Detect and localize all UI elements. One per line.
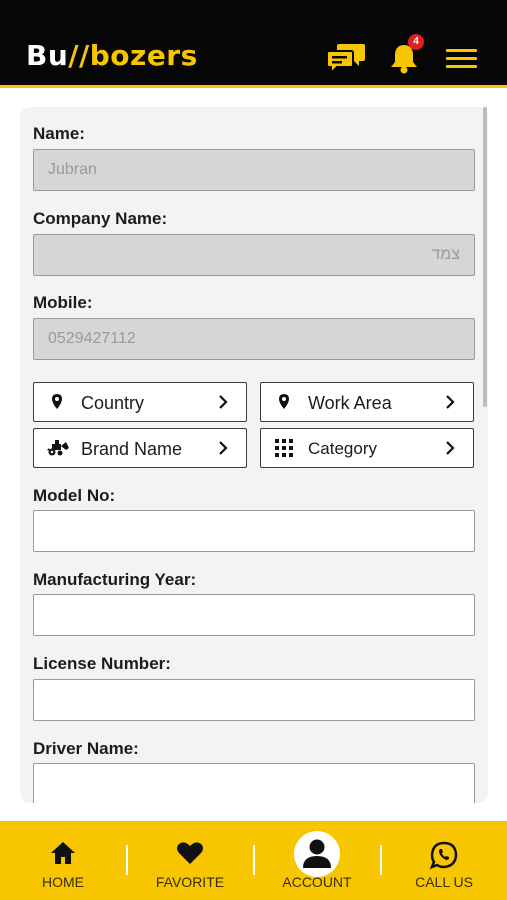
nav-favorite-label: FAVORITE — [155, 874, 225, 890]
mobile-field[interactable]: 0529427112 — [33, 318, 475, 360]
nav-account[interactable]: ACCOUNT — [254, 821, 380, 900]
brand-name-label: Brand Name — [81, 439, 183, 459]
country-label: Country — [81, 393, 145, 413]
work-area-selector[interactable]: Work Area — [260, 382, 474, 422]
name-field[interactable]: Jubran — [33, 149, 475, 191]
profile-form-card: Name: Jubran Company Name: צמד Mobile: 0… — [20, 107, 488, 803]
bulldozers-logo[interactable]: Bu//bbozers — [26, 42, 198, 70]
model-no-field[interactable] — [33, 510, 475, 552]
grid-icon — [273, 439, 295, 457]
license-number-label: License Number: — [33, 654, 171, 673]
company-name-field[interactable]: צמד — [33, 234, 475, 276]
brand-name-selector[interactable]: Brand Name — [33, 428, 247, 468]
manufacturing-year-label: Manufacturing Year: — [33, 570, 197, 589]
nav-account-label: ACCOUNT — [282, 874, 352, 890]
name-label: Name: — [33, 124, 85, 143]
whatsapp-icon — [429, 841, 458, 874]
nav-favorite[interactable]: FAVORITE — [127, 821, 253, 900]
nav-call-us[interactable]: CALL US — [381, 821, 507, 900]
company-name-label: Company Name: — [33, 209, 168, 228]
license-number-field[interactable] — [33, 679, 475, 721]
driver-name-label: Driver Name: — [33, 739, 139, 758]
notification-count-badge: 4 — [408, 34, 424, 50]
map-pin-icon — [46, 393, 68, 411]
form-scroll-area[interactable]: Name: Jubran Company Name: צמד Mobile: 0… — [0, 91, 507, 821]
manufacturing-year-field[interactable] — [33, 594, 475, 636]
hamburger-menu-icon[interactable] — [446, 48, 478, 75]
driver-name-field[interactable] — [33, 763, 475, 803]
home-icon — [50, 841, 76, 870]
app-header: Bu//bbozers 4 — [0, 0, 507, 88]
chevron-right-icon — [445, 441, 455, 460]
user-icon — [300, 837, 334, 874]
chevron-right-icon — [218, 395, 228, 414]
nav-home-label: HOME — [42, 874, 84, 890]
mobile-label: Mobile: — [33, 293, 93, 312]
heart-icon — [176, 841, 204, 870]
nav-home[interactable]: HOME — [0, 821, 126, 900]
bell-icon[interactable]: 4 — [388, 34, 424, 79]
work-area-label: Work Area — [308, 393, 392, 413]
scrollbar[interactable] — [483, 107, 487, 407]
map-pin-icon — [273, 393, 295, 411]
country-selector[interactable]: Country — [33, 382, 247, 422]
model-no-label: Model No: — [33, 486, 116, 505]
bulldozer-icon — [46, 439, 69, 457]
nav-call-us-label: CALL US — [415, 874, 473, 890]
category-selector[interactable]: Category — [260, 428, 474, 468]
chevron-right-icon — [445, 395, 455, 414]
category-label: Category — [308, 439, 377, 458]
bottom-nav: HOME FAVORITE ACCOUNT CALL US — [0, 821, 507, 900]
chat-bubbles-icon[interactable] — [326, 43, 366, 80]
chevron-right-icon — [218, 441, 228, 460]
